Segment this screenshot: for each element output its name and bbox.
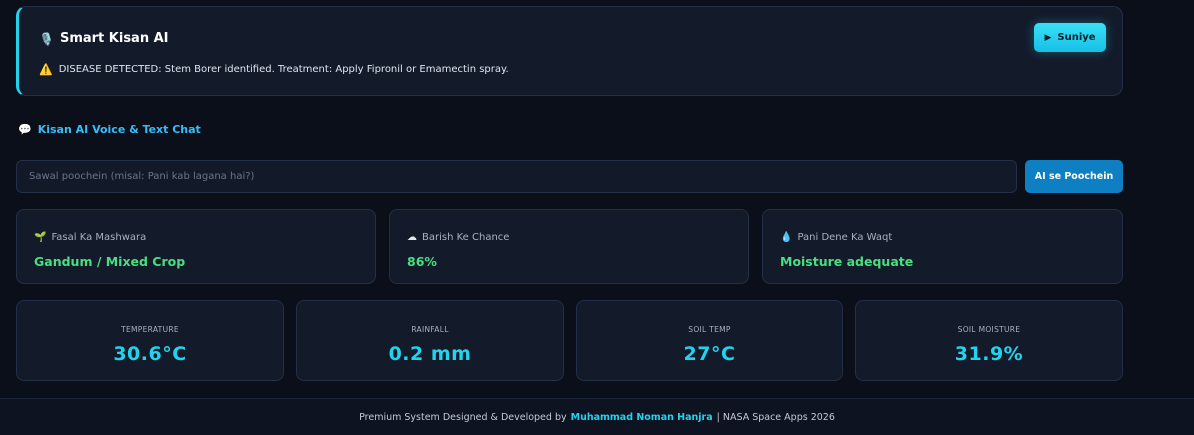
metric-value: 0.2 mm: [388, 343, 472, 365]
chat-title-text: Kisan AI Voice & Text Chat: [37, 123, 201, 136]
info-card-label-text: Barish Ke Chance: [422, 232, 510, 243]
footer-prefix: Premium System Designed & Developed by: [359, 411, 567, 423]
info-card-value: Gandum / Mixed Crop: [34, 254, 186, 269]
warning-icon: ⚠️: [39, 63, 53, 76]
footer-author: Muhammad Noman Hanjra: [570, 411, 713, 423]
info-cards: 🌱 Fasal Ka Mashwara Gandum / Mixed Crop …: [16, 209, 1123, 284]
info-card-label-text: Fasal Ka Mashwara: [51, 232, 147, 243]
info-card-fasal: 🌱 Fasal Ka Mashwara Gandum / Mixed Crop: [16, 209, 376, 284]
ai-alert-text: DISEASE DETECTED: Stem Borer identified.…: [58, 64, 509, 75]
ai-card-title-text: Smart Kisan AI: [59, 31, 169, 46]
dashboard: 🎙️ Smart Kisan AI ⚠️ DISEASE DETECTED: S…: [16, 6, 1123, 381]
metric-card-soil-temp: SOIL TEMP 27°C: [576, 300, 843, 381]
suniye-button-label: Suniye: [1057, 32, 1096, 43]
metric-label: RAINFALL: [411, 325, 449, 334]
chat-bubble-icon: 💬: [18, 123, 32, 136]
metric-card-rainfall: RAINFALL 0.2 mm: [296, 300, 564, 381]
metric-label: SOIL MOISTURE: [957, 325, 1021, 334]
metric-card-soil-moisture: SOIL MOISTURE 31.9%: [855, 300, 1123, 381]
info-card-barish: ☁ Barish Ke Chance 86%: [389, 209, 749, 284]
droplet-icon: 💧: [780, 232, 793, 243]
info-card-label: 🌱 Fasal Ka Mashwara: [34, 232, 146, 243]
microphone-icon: 🎙️: [39, 31, 54, 46]
chat-input-row: AI se Poochein: [16, 160, 1123, 193]
play-icon: ▶: [1044, 32, 1052, 43]
ai-card-title: 🎙️ Smart Kisan AI: [39, 31, 169, 46]
info-card-label-text: Pani Dene Ka Waqt: [797, 232, 893, 243]
metric-label: SOIL TEMP: [688, 325, 731, 334]
footer-suffix: | NASA Space Apps 2026: [716, 411, 835, 423]
suniye-button[interactable]: ▶ Suniye: [1034, 23, 1106, 52]
sprout-icon: 🌱: [34, 232, 47, 243]
info-card-pani: 💧 Pani Dene Ka Waqt Moisture adequate: [762, 209, 1123, 284]
ai-alert-card: 🎙️ Smart Kisan AI ⚠️ DISEASE DETECTED: S…: [16, 6, 1123, 96]
info-card-label: ☁ Barish Ke Chance: [407, 232, 509, 243]
info-card-value: Moisture adequate: [780, 254, 914, 269]
metric-value: 30.6°C: [113, 343, 187, 365]
footer: Premium System Designed & Developed by M…: [0, 398, 1194, 435]
metric-label: TEMPERATURE: [121, 325, 179, 334]
metric-cards: TEMPERATURE 30.6°C RAINFALL 0.2 mm SOIL …: [16, 300, 1123, 381]
ai-alert-message: ⚠️ DISEASE DETECTED: Stem Borer identifi…: [39, 63, 509, 76]
ask-ai-button[interactable]: AI se Poochein: [1025, 160, 1123, 193]
info-card-label: 💧 Pani Dene Ka Waqt: [780, 232, 892, 243]
info-card-value: 86%: [407, 254, 437, 269]
metric-value: 27°C: [683, 343, 736, 365]
question-input[interactable]: [16, 160, 1017, 193]
cloud-icon: ☁: [407, 232, 417, 243]
metric-value: 31.9%: [954, 343, 1024, 365]
chat-section-title: 💬 Kisan AI Voice & Text Chat: [18, 123, 201, 136]
metric-card-temperature: TEMPERATURE 30.6°C: [16, 300, 284, 381]
